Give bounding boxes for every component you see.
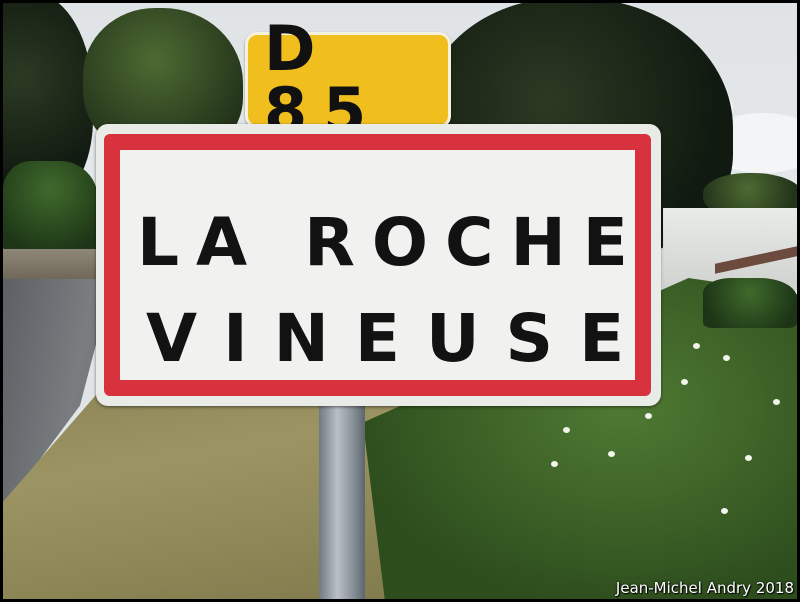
town-name-line-1: LA ROCHE bbox=[137, 204, 645, 281]
route-number-sign: D 85 bbox=[245, 18, 451, 142]
flower bbox=[563, 427, 570, 433]
hedge bbox=[3, 161, 98, 256]
photo-frame: D 85 LA ROCHE VINEUSE Jean-Michel Andry … bbox=[0, 0, 800, 602]
flower bbox=[693, 343, 700, 349]
flower bbox=[608, 451, 615, 457]
flower bbox=[645, 413, 652, 419]
flower bbox=[723, 355, 730, 361]
flower bbox=[773, 399, 780, 405]
flower bbox=[745, 455, 752, 461]
flower bbox=[681, 379, 688, 385]
town-name-line-2: VINEUSE bbox=[146, 300, 651, 377]
photo-credit: Jean-Michel Andry 2018 bbox=[615, 579, 794, 597]
flower bbox=[551, 461, 558, 467]
stone-wall bbox=[3, 249, 101, 281]
sign-post bbox=[319, 406, 365, 599]
town-entry-sign: LA ROCHE VINEUSE bbox=[96, 124, 661, 406]
flower bbox=[721, 508, 728, 514]
town-sign-red-border: LA ROCHE VINEUSE bbox=[104, 134, 651, 396]
hedge-right bbox=[703, 278, 797, 328]
